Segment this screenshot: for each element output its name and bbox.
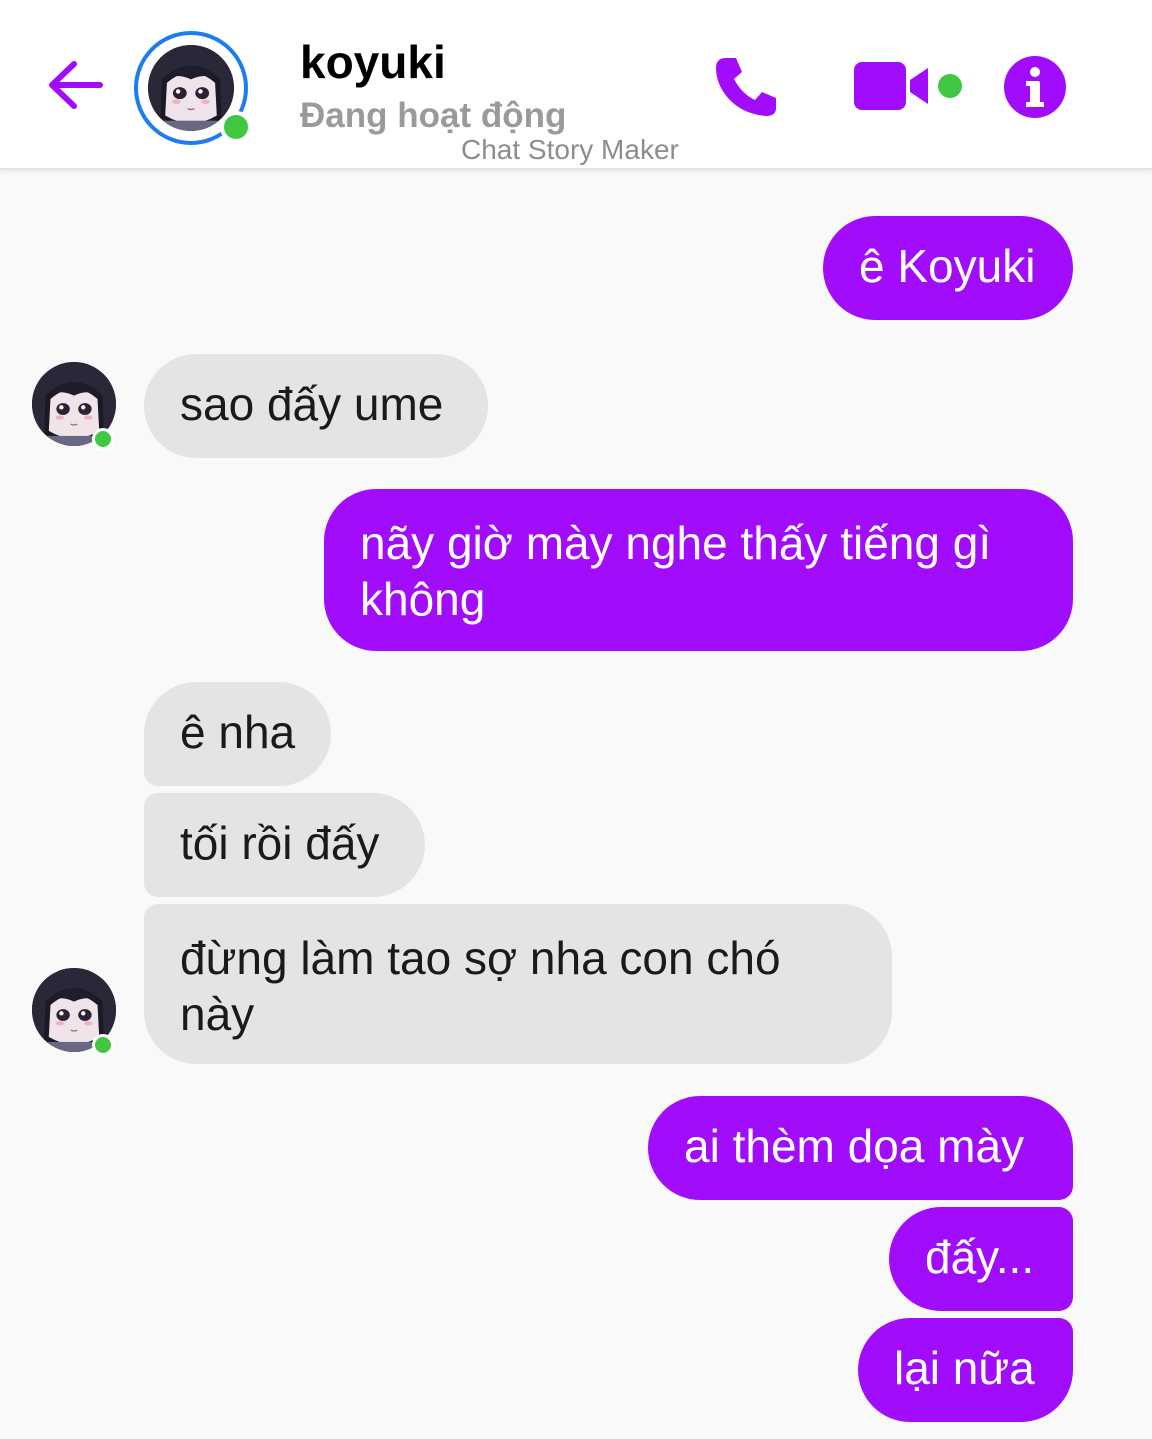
contact-name[interactable]: koyuki bbox=[300, 34, 446, 90]
message-avatar[interactable] bbox=[32, 362, 118, 450]
back-arrow-icon[interactable] bbox=[46, 58, 104, 112]
message-bubble-incoming[interactable]: ê nha bbox=[144, 682, 331, 786]
online-indicator bbox=[92, 1034, 114, 1056]
message-bubble-incoming[interactable]: sao đấy ume bbox=[144, 354, 488, 458]
info-icon[interactable] bbox=[1003, 55, 1067, 119]
message-bubble-incoming[interactable]: tối rồi đấy bbox=[144, 793, 425, 897]
message-bubble-outgoing[interactable]: lại nữa bbox=[858, 1318, 1073, 1422]
contact-avatar[interactable] bbox=[134, 31, 256, 153]
watermark: Chat Story Maker bbox=[461, 134, 679, 165]
message-bubble-incoming[interactable]: đừng làm tao sợ nha con chó này bbox=[144, 904, 892, 1064]
video-online-indicator bbox=[938, 74, 962, 98]
message-bubble-outgoing[interactable]: ai thèm dọa mày bbox=[648, 1096, 1073, 1200]
online-indicator bbox=[92, 428, 114, 450]
active-status: Đang hoạt động bbox=[300, 96, 567, 135]
video-camera-icon[interactable] bbox=[852, 58, 932, 114]
phone-icon[interactable] bbox=[712, 54, 780, 120]
message-bubble-outgoing[interactable]: ê Koyuki bbox=[823, 216, 1073, 320]
message-avatar[interactable] bbox=[32, 968, 118, 1056]
message-bubble-outgoing[interactable]: đấy... bbox=[889, 1207, 1073, 1311]
chat-header: koyuki Đang hoạt động Chat Story Maker bbox=[0, 0, 1152, 170]
message-bubble-outgoing[interactable]: nãy giờ mày nghe thấy tiếng gì không bbox=[324, 489, 1073, 651]
online-indicator bbox=[220, 111, 252, 143]
